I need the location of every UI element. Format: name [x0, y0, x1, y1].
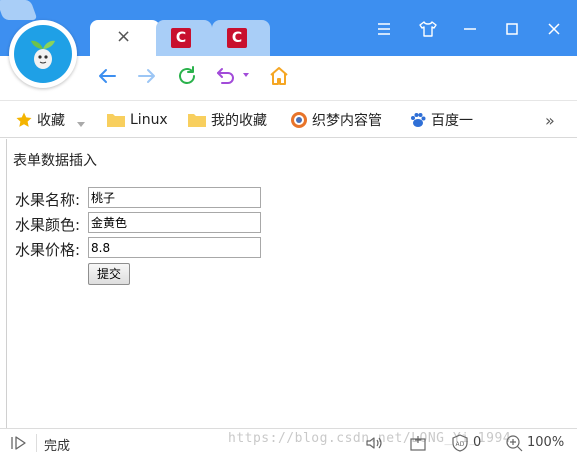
- bookmarks-bar: 收藏 Linux 我的收藏 织梦内容管 百度一 »: [0, 100, 577, 138]
- sound-icon[interactable]: [365, 434, 383, 452]
- sprout-logo-icon: [14, 25, 72, 83]
- more-bookmarks-button[interactable]: »: [545, 110, 555, 130]
- status-text: 完成: [44, 439, 71, 454]
- ad-block-count: 0: [473, 435, 482, 450]
- divider: [36, 434, 37, 452]
- folder-icon: [188, 114, 206, 127]
- chevron-down-icon[interactable]: [77, 117, 85, 127]
- zoom-icon[interactable]: [505, 434, 523, 452]
- bookmark-label: 收藏: [37, 113, 65, 129]
- c-site-icon: C: [171, 28, 191, 48]
- bookmark-label: 织梦内容管: [312, 113, 382, 129]
- divider: [6, 139, 7, 428]
- tab-close-button[interactable]: ×: [116, 28, 131, 46]
- tab-c-site-2[interactable]: C: [212, 20, 270, 56]
- bookmark-my-favorites[interactable]: 我的收藏: [187, 110, 267, 130]
- new-tab-button[interactable]: [0, 0, 38, 20]
- fruit-price-label: 水果价格:: [15, 241, 81, 259]
- bookmark-label: 我的收藏: [211, 113, 267, 129]
- bookmark-dedecms[interactable]: 织梦内容管: [290, 110, 382, 130]
- undo-icon[interactable]: [214, 64, 238, 88]
- fruit-price-input[interactable]: [88, 237, 261, 258]
- tab-c-site-1[interactable]: C: [156, 20, 212, 56]
- fruit-color-input[interactable]: [88, 212, 261, 233]
- page-title: 表单数据插入: [13, 153, 97, 169]
- maximize-icon[interactable]: [500, 17, 524, 41]
- browser-logo[interactable]: [9, 20, 77, 88]
- bookmark-label: Linux: [130, 112, 168, 128]
- tab-active[interactable]: ×: [90, 20, 160, 56]
- home-icon[interactable]: [267, 64, 291, 88]
- star-icon: [16, 112, 32, 127]
- folder-icon: [107, 114, 125, 127]
- chevron-down-icon[interactable]: [241, 69, 251, 79]
- play-icon[interactable]: [10, 435, 28, 451]
- dedecms-icon: [291, 112, 307, 128]
- svg-text:AD: AD: [456, 441, 465, 448]
- screenshot-icon[interactable]: [409, 434, 427, 452]
- navigation-bar: [0, 56, 577, 96]
- fruit-name-input[interactable]: [88, 187, 261, 208]
- back-icon[interactable]: [95, 64, 119, 88]
- forward-icon[interactable]: [135, 64, 159, 88]
- status-bar: 完成 https://blog.csdn.net/LONG_Yi_1994 AD…: [0, 428, 577, 456]
- baidu-paw-icon: [411, 113, 426, 127]
- skin-icon[interactable]: [416, 17, 440, 41]
- title-bar: × C C: [0, 0, 577, 56]
- zoom-level[interactable]: 100%: [527, 435, 564, 450]
- page-content: 表单数据插入 水果名称: 水果颜色: 水果价格: 提交: [0, 139, 577, 428]
- c-site-icon: C: [227, 28, 247, 48]
- refresh-icon[interactable]: [175, 64, 199, 88]
- menu-icon[interactable]: [372, 17, 396, 41]
- bookmark-baidu[interactable]: 百度一: [409, 110, 473, 130]
- close-icon[interactable]: [542, 17, 566, 41]
- fruit-name-label: 水果名称:: [15, 191, 81, 209]
- ad-block-icon[interactable]: AD: [451, 434, 469, 452]
- submit-button[interactable]: 提交: [88, 263, 130, 285]
- bookmark-linux[interactable]: Linux: [106, 110, 168, 130]
- minimize-icon[interactable]: [458, 17, 482, 41]
- bookmark-favorites[interactable]: 收藏: [15, 110, 65, 130]
- bookmark-label: 百度一: [431, 113, 473, 129]
- fruit-color-label: 水果颜色:: [15, 216, 81, 234]
